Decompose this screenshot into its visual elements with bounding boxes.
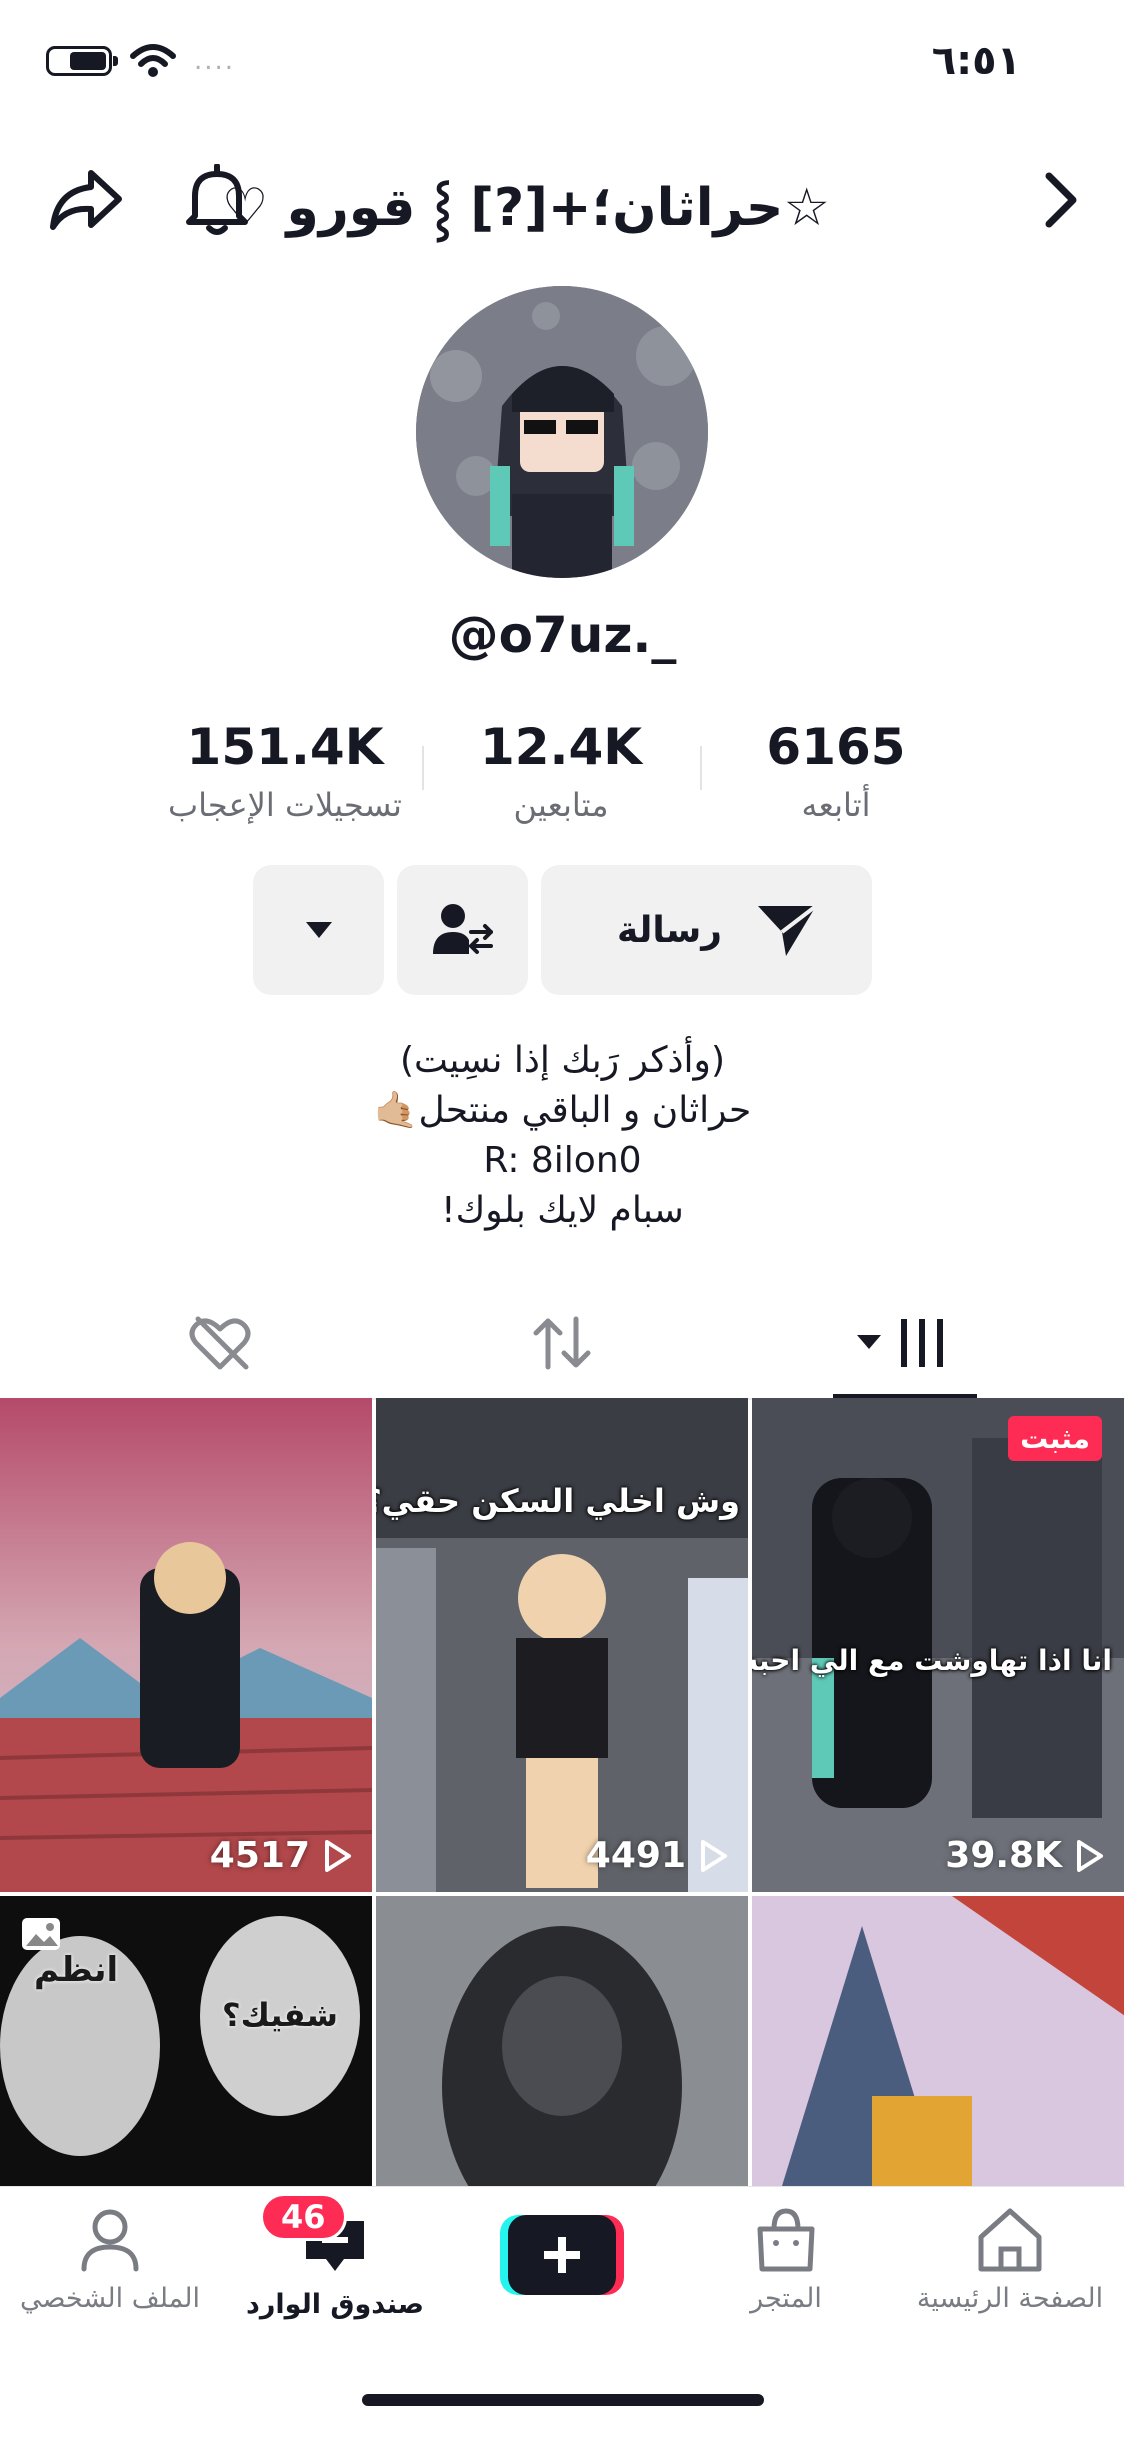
stat-divider (422, 746, 424, 790)
stat-following-value: 6165 (766, 718, 906, 776)
video-tile[interactable] (752, 1896, 1124, 2186)
stat-likes-value: 151.4K (186, 718, 384, 776)
share-button[interactable] (40, 160, 130, 240)
video-tile[interactable] (376, 1896, 748, 2186)
pinned-badge: مثبت (1008, 1416, 1102, 1461)
create-button[interactable] (500, 2215, 624, 2295)
nav-home[interactable]: الصفحة الرئيسية (900, 2207, 1120, 2314)
signal-indicator: .... (194, 46, 236, 76)
stat-following-label: أتابعه (801, 786, 871, 824)
nav-profile[interactable]: الملف الشخصي (0, 2207, 220, 2314)
tab-liked[interactable] (140, 1308, 300, 1378)
photo-caption: انظم (34, 1950, 119, 1990)
content-tabs (0, 1288, 1125, 1400)
chevron-right-icon (1045, 172, 1077, 228)
stat-followers[interactable]: 12.4K متابعين (431, 718, 691, 824)
play-outline-icon (701, 1839, 727, 1872)
nav-profile-label: الملف الشخصي (20, 2283, 200, 2314)
username: @o7uz._ (448, 606, 677, 664)
video-thumbnail (0, 1398, 372, 1892)
stat-likes-label: تسجيلات الإعجاب (168, 786, 402, 824)
shopping-bag-icon (757, 2208, 815, 2272)
video-tile[interactable]: مثبت انا اذا تهاوشت مع الي احبه: 39.8K (752, 1398, 1124, 1892)
follow-back-button[interactable] (397, 865, 528, 995)
play-outline-icon (1077, 1839, 1103, 1872)
message-button[interactable]: رسالة (541, 865, 872, 995)
video-view-count: 4517 (210, 1835, 352, 1876)
more-options-button[interactable] (253, 865, 384, 995)
tab-videos[interactable] (825, 1308, 985, 1378)
person-swap-icon (432, 904, 493, 954)
person-icon (81, 2209, 139, 2272)
stat-followers-label: متابعين (513, 786, 609, 824)
heart-hidden-icon (189, 1316, 251, 1370)
share-arrow-icon (50, 170, 122, 230)
send-icon (758, 904, 818, 956)
video-caption: انا اذا تهاوشت مع الي احبه: (752, 1644, 1112, 1677)
video-thumbnail (752, 1896, 1124, 2186)
nav-home-label: الصفحة الرئيسية (916, 2283, 1104, 2314)
video-caption: وش اخلي السكن حقي؟؟ (376, 1482, 740, 1520)
stat-following[interactable]: 6165 أتابعه (706, 718, 966, 824)
inbox-badge: 46 (260, 2193, 347, 2241)
stat-divider (700, 746, 702, 790)
caret-down-icon (305, 922, 332, 938)
stat-likes[interactable]: 151.4K تسجيلات الإعجاب (155, 718, 415, 824)
message-label: رسالة (617, 909, 722, 951)
bio-line: R: 8ilon0 (483, 1140, 642, 1181)
bio-line: (وأذكر رَبك إذا نسِيت) (400, 1040, 725, 1081)
status-time: ٦:٥١ (931, 38, 1021, 84)
bio-line: سبام لايك بلوك! (441, 1190, 684, 1231)
battery-icon (46, 46, 118, 76)
bio-line: حراثان و الباقي منتحل🤙🏼 (373, 1090, 752, 1131)
status-icons: .... (46, 44, 235, 78)
wifi-icon (130, 44, 176, 77)
avatar[interactable] (416, 286, 708, 578)
nav-shop-label: المتجر (750, 2283, 822, 2314)
video-thumbnail (376, 1398, 748, 1892)
nav-shop[interactable]: المتجر (676, 2207, 896, 2314)
photo-caption: شفيك؟ (222, 1996, 338, 2034)
photo-tile[interactable]: انظم شفيك؟ (0, 1896, 372, 2186)
home-indicator[interactable] (362, 2394, 764, 2406)
back-button[interactable] (1016, 160, 1106, 240)
video-view-count: 4491 (586, 1835, 728, 1876)
plus-icon (500, 2215, 624, 2295)
avatar-image (416, 286, 708, 578)
nav-inbox-label: صندوق الوارد (245, 2289, 424, 2320)
video-thumbnail (376, 1896, 748, 2186)
play-outline-icon (325, 1839, 351, 1872)
video-tile[interactable]: 4517 (0, 1398, 372, 1892)
home-icon (978, 2208, 1042, 2272)
repost-icon (533, 1316, 591, 1370)
tab-reposts[interactable] (482, 1308, 642, 1378)
stat-followers-value: 12.4K (479, 718, 643, 776)
bio: (وأذكر رَبك إذا نسِيت) حراثان و الباقي م… (0, 1036, 1125, 1236)
video-view-count: 39.8K (945, 1835, 1104, 1876)
video-tile[interactable]: وش اخلي السكن حقي؟؟ 4491 (376, 1398, 748, 1892)
profile-header: ☆حراثان؛+[?] ⸾ قورو ♡ (0, 160, 1125, 240)
photo-icon (22, 1918, 60, 1950)
page-title: ☆حراثان؛+[?] ⸾ قورو ♡ (221, 178, 830, 238)
video-grid-icon (857, 1319, 943, 1367)
